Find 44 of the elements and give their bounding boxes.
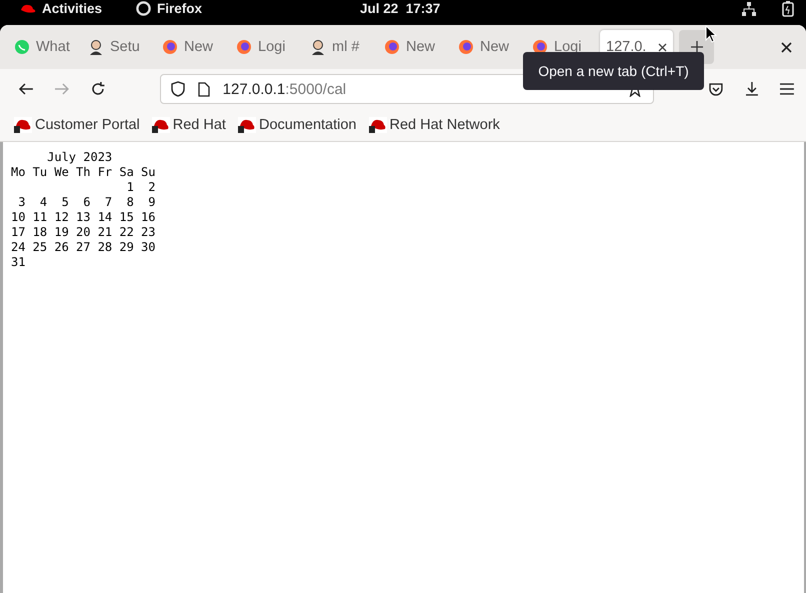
close-icon[interactable]: [781, 42, 792, 52]
activities-button[interactable]: Activities: [42, 1, 102, 16]
hat-icon: [238, 117, 256, 133]
menu-icon[interactable]: [780, 83, 794, 95]
calendar-text: 31: [11, 255, 26, 270]
browser-tab[interactable]: New: [452, 30, 524, 64]
tooltip: Open a new tab (Ctrl+T): [523, 52, 704, 90]
app-menu[interactable]: Firefox: [157, 1, 202, 16]
calendar-text: Mo Tu We Th Fr Sa Su: [11, 165, 156, 180]
person-icon: [88, 39, 104, 55]
bookmark-link[interactable]: Documentation: [238, 117, 356, 133]
browser-tab[interactable]: New: [378, 30, 450, 64]
pocket-icon[interactable]: [708, 81, 724, 97]
network-icon[interactable]: [742, 2, 756, 16]
page-icon: [198, 82, 210, 96]
calendar-text: 17 18 19 20 21 22 23: [11, 225, 156, 240]
hat-icon: [20, 4, 36, 14]
clock[interactable]: Jul 22 17:37: [360, 1, 440, 16]
shield-icon: [170, 81, 185, 97]
browser-tab[interactable]: New: [156, 30, 228, 64]
plus-icon: [690, 40, 704, 54]
chat-icon: [14, 39, 30, 55]
calendar-text: 1 2: [126, 180, 156, 195]
browser-tab[interactable]: Setu: [82, 30, 154, 64]
pointer-icon: [705, 25, 717, 43]
calendar-text: 24 25 26 27 28 29 30: [11, 240, 156, 255]
hat-icon: [368, 117, 386, 133]
hat-icon: [152, 117, 170, 133]
close-tab-icon[interactable]: [658, 42, 667, 52]
hat-icon: [14, 117, 32, 133]
calendar-text: 10 11 12 13 14 15 16: [11, 210, 156, 225]
browser-tab[interactable]: ml #: [304, 30, 376, 64]
bookmark-link[interactable]: Customer Portal: [14, 117, 140, 133]
bookmark-link[interactable]: Red Hat Network: [368, 117, 500, 133]
browser-tab[interactable]: Logi: [230, 30, 302, 64]
back-icon[interactable]: [18, 81, 34, 97]
reload-icon[interactable]: [90, 81, 106, 97]
person-icon: [310, 39, 326, 55]
battery-icon[interactable]: [782, 0, 794, 16]
calendar-text: 3 4 5 6 7 8 9: [17, 195, 156, 210]
download-icon[interactable]: [744, 81, 760, 97]
browser-tab[interactable]: What: [8, 30, 80, 64]
calendar-text: July 2023: [46, 150, 112, 165]
bookmark-link[interactable]: Red Hat: [152, 117, 226, 133]
